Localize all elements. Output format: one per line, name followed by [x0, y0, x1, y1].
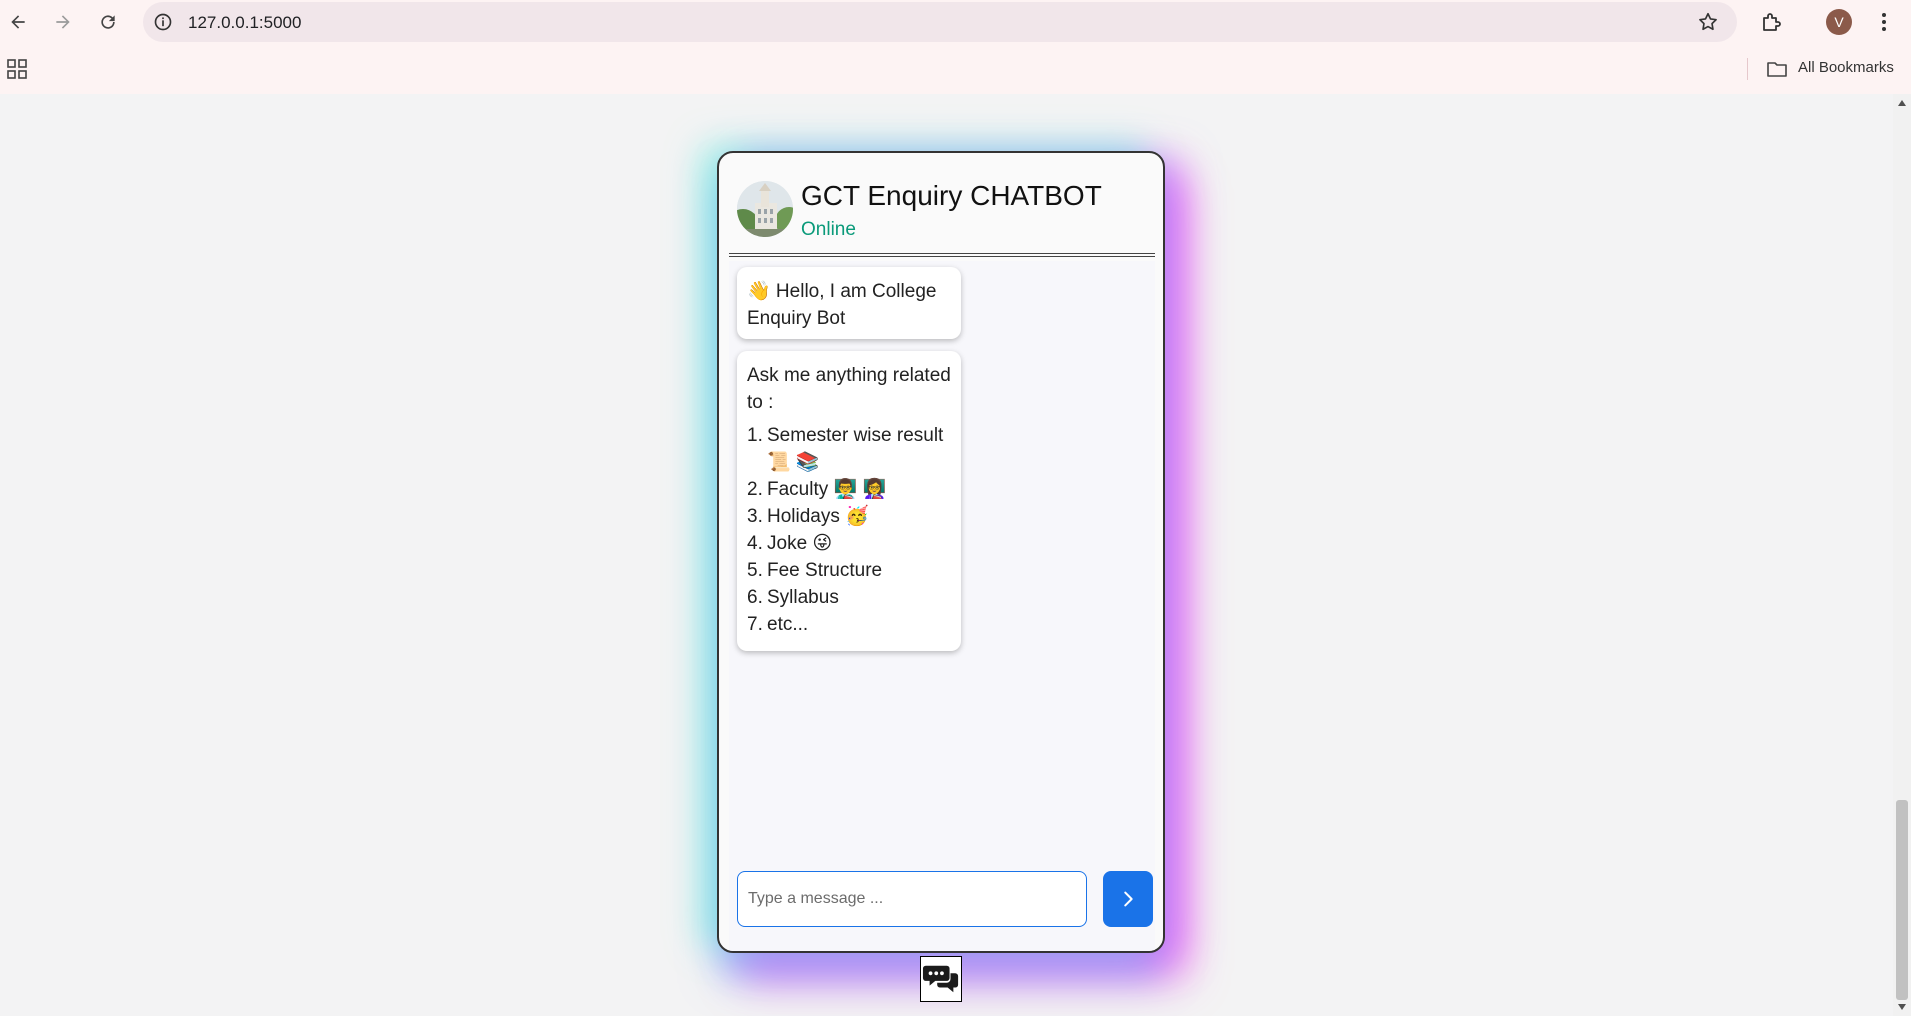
bookmark-star-icon[interactable] — [1697, 11, 1719, 33]
list-item-text: Joke 😜 — [767, 533, 833, 554]
chatbot-window: GCT Enquiry CHATBOT Online 👋 Hello, I am… — [717, 151, 1165, 953]
page-scrollbar[interactable] — [1893, 94, 1911, 1016]
url-text: 127.0.0.1:5000 — [188, 13, 302, 32]
list-item: 4. Joke 😜 — [747, 530, 951, 557]
reload-icon — [101, 15, 115, 29]
forward-button[interactable] — [49, 8, 77, 36]
list-item-text: Syllabus — [767, 587, 839, 608]
message-input[interactable] — [737, 871, 1087, 927]
send-button[interactable] — [1103, 871, 1153, 927]
college-building-icon — [737, 181, 793, 237]
bot-message-greeting: 👋 Hello, I am College Enquiry Bot — [737, 267, 961, 339]
arrow-right-icon — [56, 15, 70, 29]
scroll-up-arrow-icon[interactable] — [1898, 100, 1906, 106]
list-item: 3. Holidays 🥳 — [747, 503, 951, 530]
list-item: 1. Semester wise result 📜 📚 — [747, 422, 951, 476]
online-status: Online — [801, 219, 856, 240]
list-number: 1. — [747, 425, 763, 446]
more-menu-icon[interactable] — [1872, 10, 1896, 34]
bot-message-topics: Ask me anything related to : 1. Semester … — [737, 351, 961, 651]
chat-toggle-button[interactable] — [920, 956, 962, 1002]
list-item-text: etc... — [767, 614, 809, 635]
bookmarks-bar: All Bookmarks — [0, 44, 1911, 94]
topics-list: 1. Semester wise result 📜 📚 2. Faculty 👨‍🏫… — [747, 422, 951, 638]
list-item-text: Semester wise result 📜 📚 — [767, 425, 944, 473]
profile-avatar[interactable]: V — [1826, 9, 1852, 35]
college-avatar — [737, 181, 793, 237]
browser-toolbar: 127.0.0.1:5000 V — [0, 0, 1911, 44]
list-item: 2. Faculty 👨‍🏫 👩‍🏫 — [747, 476, 951, 503]
chevron-right-icon — [1124, 891, 1133, 907]
arrow-left-icon — [11, 15, 25, 29]
scroll-thumb[interactable] — [1896, 800, 1908, 1000]
info-icon[interactable] — [153, 12, 173, 32]
all-bookmarks-link[interactable]: All Bookmarks — [1798, 59, 1894, 76]
intro-text: Ask me anything related to : — [747, 365, 951, 413]
folder-icon[interactable] — [1766, 59, 1788, 79]
scroll-down-arrow-icon[interactable] — [1898, 1004, 1906, 1010]
list-item-text: Holidays 🥳 — [767, 506, 869, 527]
extensions-icon[interactable] — [1760, 10, 1784, 34]
chat-footer — [729, 861, 1155, 951]
apps-grid-icon[interactable] — [6, 58, 28, 80]
list-item-text: Fee Structure — [767, 560, 883, 581]
list-number: 2. — [747, 479, 763, 500]
list-item: 6. Syllabus — [747, 584, 951, 611]
list-number: 5. — [747, 560, 763, 581]
reload-button[interactable] — [94, 8, 122, 36]
list-item-text: Faculty 👨‍🏫 👩‍🏫 — [767, 479, 887, 500]
list-number: 3. — [747, 506, 763, 527]
list-number: 7. — [747, 614, 763, 635]
address-bar[interactable]: 127.0.0.1:5000 — [143, 2, 1737, 42]
chat-title: GCT Enquiry CHATBOT — [801, 180, 1102, 211]
list-item: 5. Fee Structure — [747, 557, 951, 584]
chat-header: GCT Enquiry CHATBOT Online — [729, 153, 1155, 257]
list-number: 6. — [747, 587, 763, 608]
list-item: 7. etc... — [747, 611, 951, 638]
list-number: 4. — [747, 533, 763, 554]
greeting-text: 👋 Hello, I am College Enquiry Bot — [747, 281, 937, 329]
chat-bubbles-icon — [922, 965, 959, 993]
back-button[interactable] — [4, 8, 32, 36]
messages-area[interactable]: 👋 Hello, I am College Enquiry Bot Ask me… — [729, 261, 1155, 861]
bookmarks-separator — [1747, 58, 1748, 80]
